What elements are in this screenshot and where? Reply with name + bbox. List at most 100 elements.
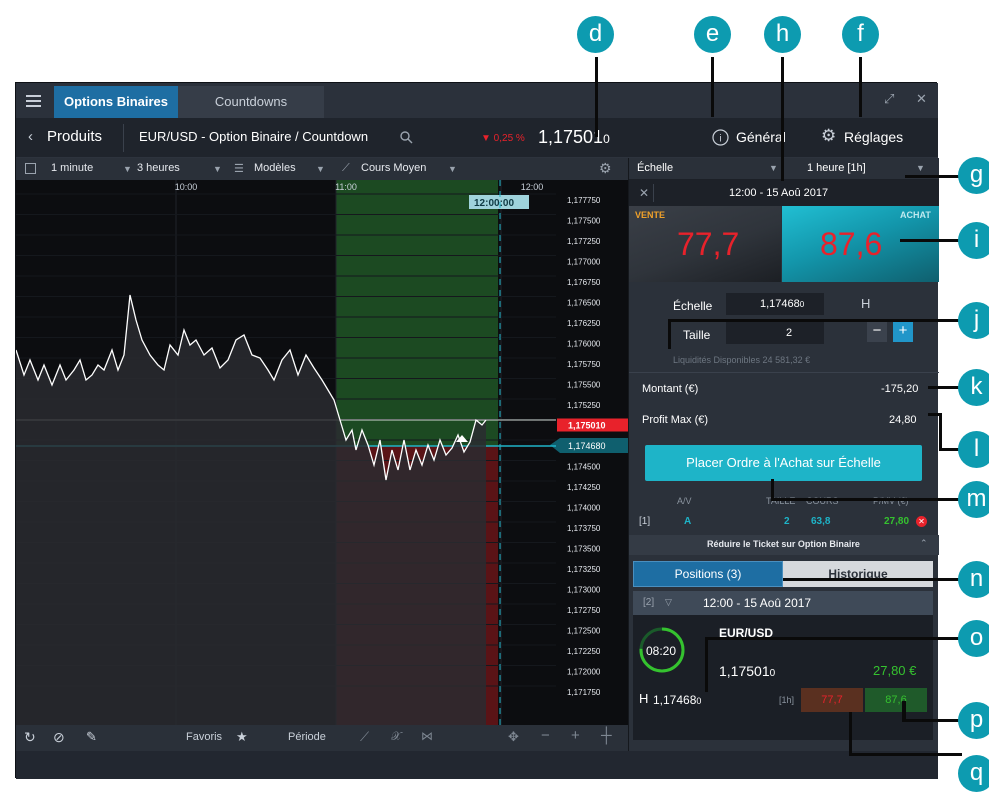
- y-tick-label: 1,175500: [567, 381, 601, 390]
- search-icon[interactable]: [400, 131, 413, 144]
- tab-positions[interactable]: Positions (3): [633, 561, 783, 587]
- callout-line-l2: [939, 413, 942, 450]
- close-position-icon[interactable]: ✕: [916, 516, 927, 527]
- expiry-row: ✕ 12:00 - 15 Aoû 2017: [629, 180, 939, 206]
- chevron-down-icon[interactable]: ▼: [916, 163, 925, 173]
- chart-settings-icon[interactable]: ⚙: [599, 160, 612, 177]
- settings-button[interactable]: Réglages: [844, 129, 903, 145]
- table-row[interactable]: [1] A 2 63,8 27,80 ✕: [629, 511, 939, 533]
- layout-icon[interactable]: [25, 163, 36, 174]
- position-card[interactable]: 08:20 EUR/USD 1,175010 27,80 € H 1,17468…: [633, 615, 933, 740]
- products-link[interactable]: Produits: [47, 128, 102, 145]
- y-tick-label: 1,173250: [567, 565, 601, 574]
- y-tick-label: 1,174000: [567, 504, 601, 513]
- row-price: 63,8: [811, 516, 831, 527]
- callout-line-o: [705, 637, 962, 640]
- place-order-button[interactable]: Placer Ordre à l'Achat sur Échelle: [645, 445, 922, 481]
- chevron-down-icon[interactable]: ▼: [316, 164, 325, 174]
- scale-row: Échelle ▼ 1 heure [1h] ▼: [629, 158, 939, 180]
- line-chart-icon[interactable]: ⟋: [342, 162, 350, 175]
- chart-bottom-toolbar: ↻ ⊘ ✎ Favoris ★ Période ⟋ 𝒳 ⋈ ✥ − + ┼: [16, 725, 628, 751]
- block-icon[interactable]: ⊘: [53, 729, 65, 746]
- range-select[interactable]: 3 heures: [137, 162, 180, 174]
- tab-history[interactable]: Historique: [783, 561, 933, 587]
- sell-button[interactable]: VENTE 77,7: [629, 206, 781, 282]
- price-chart[interactable]: 10:00 11:00 12:00 1,177750 1,177500 1,177250 1…: [16, 180, 628, 725]
- y-tick-label: 1,172500: [567, 627, 601, 636]
- profit-max-value: 24,80: [889, 414, 917, 426]
- interval-select[interactable]: 1 minute: [51, 162, 93, 174]
- echelle-field[interactable]: 1,174680: [726, 293, 824, 315]
- plus-button[interactable]: +: [893, 322, 913, 342]
- tab-countdowns[interactable]: Countdowns: [178, 86, 324, 118]
- chart-toolbar: 1 minute ▼ 3 heures ▼ ☰ Modèles ▼ ⟋ Cour…: [16, 158, 628, 180]
- chevron-down-icon[interactable]: ▼: [213, 164, 222, 174]
- callout-line-p2: [902, 719, 962, 722]
- callout-f: f: [842, 16, 879, 53]
- gear-icon[interactable]: ⚙: [821, 126, 836, 146]
- callout-n: n: [958, 561, 989, 598]
- favorites-button[interactable]: Favoris: [186, 731, 222, 743]
- callout-line-n: [783, 578, 962, 581]
- chevron-down-icon[interactable]: ▼: [123, 164, 132, 174]
- expand-icon[interactable]: ⤢: [884, 91, 894, 107]
- row-pl: 27,80: [884, 516, 910, 527]
- scale-icon[interactable]: H: [861, 296, 870, 311]
- price-change: ▼ 0,25 %: [481, 133, 525, 144]
- general-button[interactable]: Général: [736, 129, 786, 145]
- models-select[interactable]: Modèles: [254, 162, 296, 174]
- fib-icon[interactable]: ⋈: [421, 729, 433, 743]
- period-select[interactable]: 1 heure [1h]: [807, 162, 866, 174]
- callout-d: d: [577, 16, 614, 53]
- fx-icon[interactable]: 𝒳: [391, 729, 401, 744]
- trade-ticket-panel: Échelle ▼ 1 heure [1h] ▼ ✕ 12:00 - 15 Ao…: [628, 158, 939, 751]
- period-button[interactable]: Période: [288, 731, 326, 743]
- callout-line-m2: [771, 498, 962, 501]
- callout-line-j2: [668, 319, 671, 349]
- scale-select[interactable]: Échelle: [637, 162, 673, 174]
- zoom-out-icon[interactable]: −: [541, 727, 550, 744]
- position-expiry: 12:00 - 15 Aoû 2017: [703, 596, 812, 610]
- chevron-down-icon[interactable]: ▽: [665, 597, 672, 608]
- echelle-value: 1,174680: [760, 298, 805, 310]
- move-icon[interactable]: ✥: [508, 729, 519, 745]
- tab-options-binaires[interactable]: Options Binaires: [54, 86, 178, 118]
- position-sell-button[interactable]: 77,7: [801, 688, 863, 712]
- callout-m: m: [958, 481, 989, 518]
- y-tick-label: 1,176500: [567, 299, 601, 308]
- zoom-in-icon[interactable]: +: [571, 727, 580, 744]
- callout-line-g: [905, 175, 962, 178]
- position-buy-button[interactable]: 87,6: [865, 688, 927, 712]
- divider: [653, 184, 654, 202]
- star-icon[interactable]: ★: [236, 729, 248, 745]
- indicator-select[interactable]: Cours Moyen: [361, 162, 426, 174]
- close-icon[interactable]: ✕: [916, 91, 927, 107]
- callout-j: j: [958, 302, 989, 339]
- size-label: Taille: [683, 328, 711, 342]
- instrument-header: ‹ Produits EUR/USD - Option Binaire / Co…: [16, 118, 938, 158]
- models-icon[interactable]: ☰: [234, 162, 244, 175]
- position-strike: 1,174680: [653, 693, 702, 707]
- chevron-down-icon[interactable]: ▼: [769, 163, 778, 173]
- info-icon[interactable]: i: [712, 129, 729, 146]
- y-tick-label: 1,173500: [567, 545, 601, 554]
- refresh-icon[interactable]: ↻: [24, 729, 36, 746]
- position-header[interactable]: [2] ▽ 12:00 - 15 Aoû 2017: [633, 591, 933, 615]
- callout-line-d: [595, 57, 598, 137]
- minus-button[interactable]: −: [867, 322, 887, 342]
- y-tick-label: 1,172000: [567, 668, 601, 677]
- pencil-icon[interactable]: ✎: [86, 729, 97, 745]
- menu-icon[interactable]: [16, 83, 51, 118]
- reduce-ticket-bar[interactable]: Réduire le Ticket sur Option Binaire ⌃: [629, 535, 939, 555]
- trendline-icon[interactable]: ⟋: [360, 729, 369, 745]
- callout-line-p: [902, 701, 906, 721]
- countdown-label: 12:00:00: [474, 198, 514, 209]
- callout-line-e: [711, 57, 714, 117]
- time-label: 11:00: [335, 182, 357, 192]
- crosshair-icon[interactable]: ┼: [601, 727, 612, 744]
- close-icon[interactable]: ✕: [639, 186, 649, 200]
- buy-button[interactable]: ACHAT 87,6: [782, 206, 939, 282]
- size-field[interactable]: 2: [726, 322, 824, 344]
- back-chevron-icon[interactable]: ‹: [28, 128, 33, 145]
- chevron-down-icon[interactable]: ▼: [448, 164, 457, 174]
